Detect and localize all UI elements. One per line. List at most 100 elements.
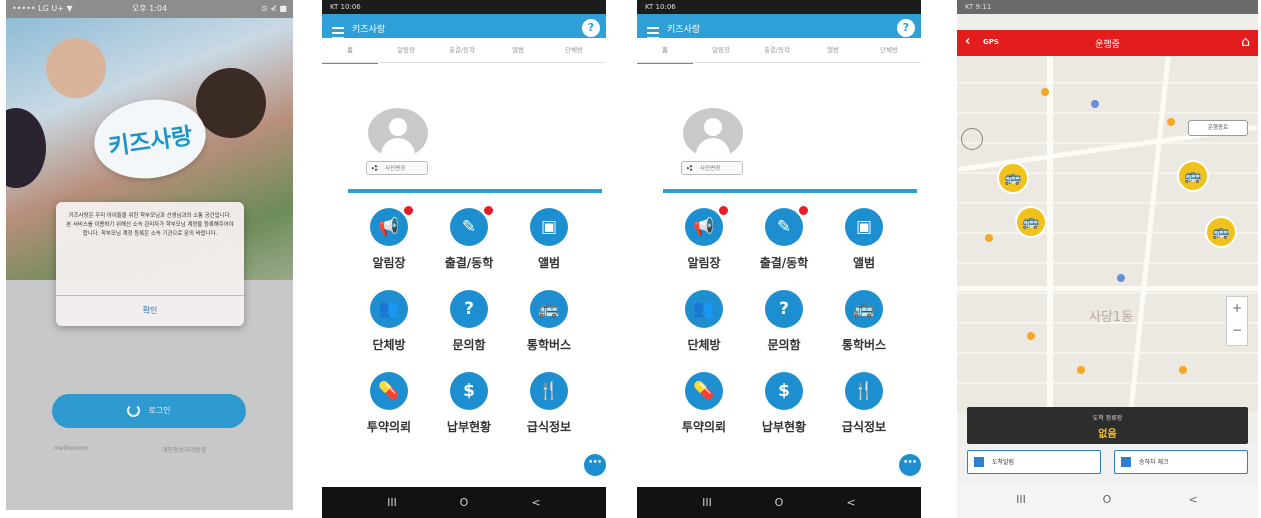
menu-item-school-bus[interactable]: 🚌 통학버스 (504, 290, 594, 370)
section-divider (663, 189, 917, 193)
menu-item-attendance[interactable]: ✎ 출결/동학 (424, 206, 514, 288)
attendance-icon: ✎ (765, 208, 803, 246)
menu-item-meal[interactable]: 🍴 급식정보 (504, 372, 594, 452)
home-button[interactable]: O (444, 487, 484, 518)
menu-item-group-chat[interactable]: 👥 단체방 (659, 290, 749, 370)
menu-item-payment[interactable]: $ 납부현황 (739, 372, 829, 452)
tab-album[interactable]: 앨범 (805, 38, 861, 62)
my-location-icon[interactable] (961, 128, 983, 150)
status-icons: ⊙ ⊀ ■ (260, 4, 287, 13)
tab-home[interactable]: 홈 (637, 38, 693, 64)
phone-icon (974, 457, 984, 467)
checkbox-icon (1121, 457, 1131, 467)
tab-attendance[interactable]: 출결/동학 (434, 38, 490, 62)
menu-item-attendance[interactable]: ✎ 출결/동학 (739, 206, 829, 288)
dialog-message: 키즈사랑은 우리 아이들을 위한 학부모님과 선생님과의 소통 공간입니다. 본… (66, 213, 234, 237)
menu-item-notice[interactable]: 📢 알림장 (344, 206, 434, 288)
more-icon[interactable]: ⋯ (584, 454, 606, 476)
school-bus-marker[interactable]: 🚌 (997, 162, 1029, 194)
main-menu-screen: KT 10:06 키즈사랑 ? 홈 알림장 출결/동학 앨범 단체방 사진변경 … (637, 0, 921, 518)
tab-bar: 홈 알림장 출결/동학 앨범 단체방 (322, 38, 606, 64)
avatar[interactable] (368, 108, 428, 158)
back-button[interactable]: < (516, 487, 556, 518)
status-bar: KT 10:06 (637, 0, 921, 14)
tab-home[interactable]: 홈 (322, 38, 378, 64)
map-poi (1041, 88, 1049, 96)
app-title: 키즈사랑 (667, 25, 701, 35)
zoom-controls[interactable]: + − (1226, 296, 1248, 346)
home-icon[interactable]: ⌂ (1241, 34, 1250, 50)
menu-item-payment[interactable]: $ 납부현황 (424, 372, 514, 452)
map-poi (1117, 274, 1125, 282)
boarding-check-button[interactable]: 승하차 체크 (1114, 450, 1248, 474)
map-view[interactable]: 운행종료 🚌 🚌 🚌 🚌 사당1동 + − (957, 56, 1258, 412)
app-title: 키즈사랑 (352, 25, 386, 35)
menu-item-inquiry[interactable]: ? 문의함 (739, 290, 829, 370)
login-button[interactable]: 로그인 (52, 394, 246, 428)
tab-divider (322, 62, 606, 63)
tab-attendance[interactable]: 출결/동학 (749, 38, 805, 62)
map-poi (1027, 332, 1035, 340)
company-link[interactable]: mellowcom (54, 445, 88, 452)
photo-album-icon: ▣ (845, 208, 883, 246)
android-nav-bar: III O < (322, 487, 606, 518)
arrival-alert-button[interactable]: 도착알림 (967, 450, 1101, 474)
change-photo-button[interactable]: 사진변경 (681, 161, 743, 175)
menu-item-group-chat[interactable]: 👥 단체방 (344, 290, 434, 370)
menu-item-notice[interactable]: 📢 알림장 (659, 206, 749, 288)
end-operation-button[interactable]: 운행종료 (1188, 120, 1248, 136)
recent-apps-button[interactable]: III (1001, 484, 1041, 515)
main-menu-screen: KT 10:06 키즈사랑 ? 홈 알림장 출결/동학 앨범 단체방 사진변경 … (322, 0, 606, 518)
recent-apps-button[interactable]: III (687, 487, 727, 518)
map-road (957, 286, 1258, 291)
map-poi (1167, 118, 1175, 126)
school-bus-marker[interactable]: 🚌 (1177, 160, 1209, 192)
pill-icon: 💊 (370, 372, 408, 410)
recent-apps-button[interactable]: III (372, 487, 412, 518)
privacy-link[interactable]: 개인정보처리방침 (162, 445, 206, 454)
school-bus-marker[interactable]: 🚌 (1205, 216, 1237, 248)
back-button[interactable]: < (1173, 484, 1213, 515)
help-icon[interactable]: ? (897, 19, 915, 37)
bus-tracking-screen: KT 9:11 ‹ GPS 운행중 ⌂ 운행종료 🚌 🚌 🚌 🚌 사당1동 + −… (957, 0, 1258, 518)
home-button[interactable]: O (759, 487, 799, 518)
tab-group[interactable]: 단체방 (861, 38, 917, 62)
menu-item-inquiry[interactable]: ? 문의함 (424, 290, 514, 370)
school-bus-marker[interactable]: 🚌 (1015, 206, 1047, 238)
bus-icon: 🚌 (845, 290, 883, 328)
panel-title: 도착 정류장 (1092, 415, 1123, 422)
dollar-icon: $ (765, 372, 803, 410)
menu-item-meal[interactable]: 🍴 급식정보 (819, 372, 909, 452)
menu-item-album[interactable]: ▣ 앨범 (819, 208, 909, 288)
tab-notice[interactable]: 알림장 (378, 38, 434, 62)
android-nav-bar: III O < (637, 487, 921, 518)
map-road (1128, 56, 1171, 412)
arrival-stop-panel: 도착 정류장 없음 (967, 407, 1248, 444)
tab-divider (637, 62, 921, 63)
child-figure (196, 68, 266, 138)
avatar[interactable] (683, 108, 743, 158)
tab-group[interactable]: 단체방 (546, 38, 602, 62)
gear-icon (687, 165, 693, 171)
status-time: 오후 1:04 (131, 4, 168, 13)
more-icon[interactable]: ⋯ (899, 454, 921, 476)
tab-album[interactable]: 앨범 (490, 38, 546, 62)
pill-icon: 💊 (685, 372, 723, 410)
menu-item-school-bus[interactable]: 🚌 통학버스 (819, 290, 909, 370)
menu-item-album[interactable]: ▣ 앨범 (504, 208, 594, 288)
notice-dialog: 키즈사랑은 우리 아이들을 위한 학부모님과 선생님과의 소통 공간입니다. 본… (56, 202, 244, 326)
tab-bar: 홈 알림장 출결/동학 앨범 단체방 (637, 38, 921, 64)
back-button[interactable]: < (831, 487, 871, 518)
menu-item-medication[interactable]: 💊 투약의뢰 (659, 372, 749, 452)
dialog-ok-button[interactable]: 확인 (56, 295, 244, 326)
change-photo-button[interactable]: 사진변경 (366, 161, 428, 175)
new-badge (404, 206, 413, 215)
home-button[interactable]: O (1087, 484, 1127, 515)
megaphone-icon: 📢 (370, 208, 408, 246)
tab-notice[interactable]: 알림장 (693, 38, 749, 62)
group-chat-icon: 👥 (685, 290, 723, 328)
help-icon[interactable]: ? (582, 19, 600, 37)
power-icon (127, 404, 141, 417)
menu-item-medication[interactable]: 💊 투약의뢰 (344, 372, 434, 452)
map-poi (1179, 366, 1187, 374)
